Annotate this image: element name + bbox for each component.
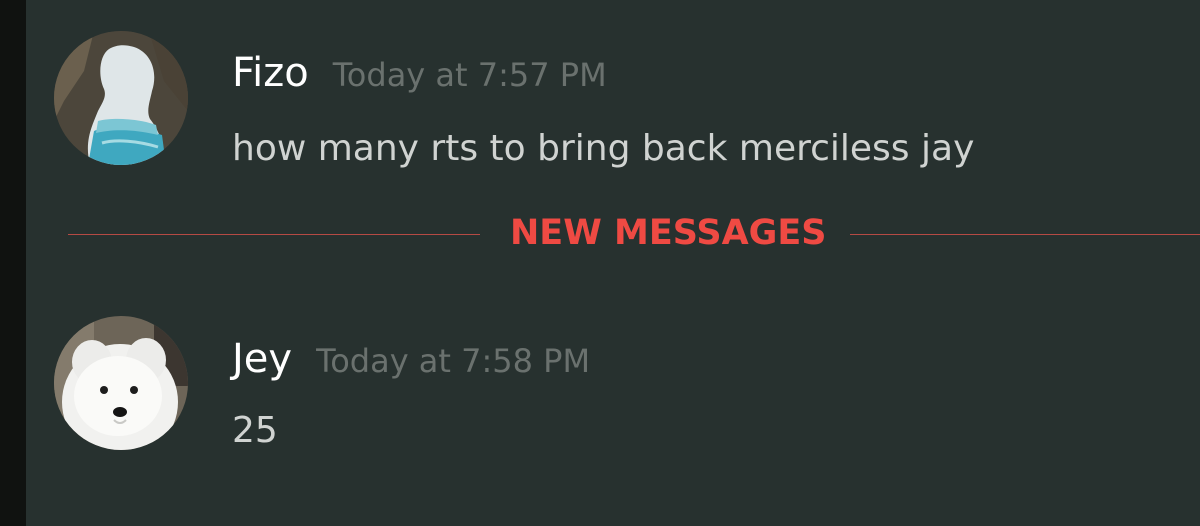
cave-silhouette-avatar[interactable] bbox=[54, 31, 188, 165]
new-messages-label: NEW MESSAGES bbox=[510, 213, 827, 253]
chat-view: Fizo Today at 7:57 PM how many rts to br… bbox=[0, 0, 1200, 526]
message-timestamp: Today at 7:58 PM bbox=[316, 342, 591, 380]
left-edge-bar bbox=[0, 0, 26, 526]
author-name[interactable]: Fizo bbox=[232, 50, 309, 96]
message-content: 25 bbox=[232, 410, 278, 451]
divider-line-right bbox=[850, 234, 1200, 235]
message-content: how many rts to bring back merciless jay bbox=[232, 128, 975, 169]
new-messages-divider: NEW MESSAGES bbox=[68, 213, 1200, 257]
white-dog-avatar[interactable] bbox=[54, 316, 188, 450]
message-timestamp: Today at 7:57 PM bbox=[332, 56, 607, 94]
author-name[interactable]: Jey bbox=[232, 336, 292, 382]
divider-line-left bbox=[68, 234, 480, 235]
